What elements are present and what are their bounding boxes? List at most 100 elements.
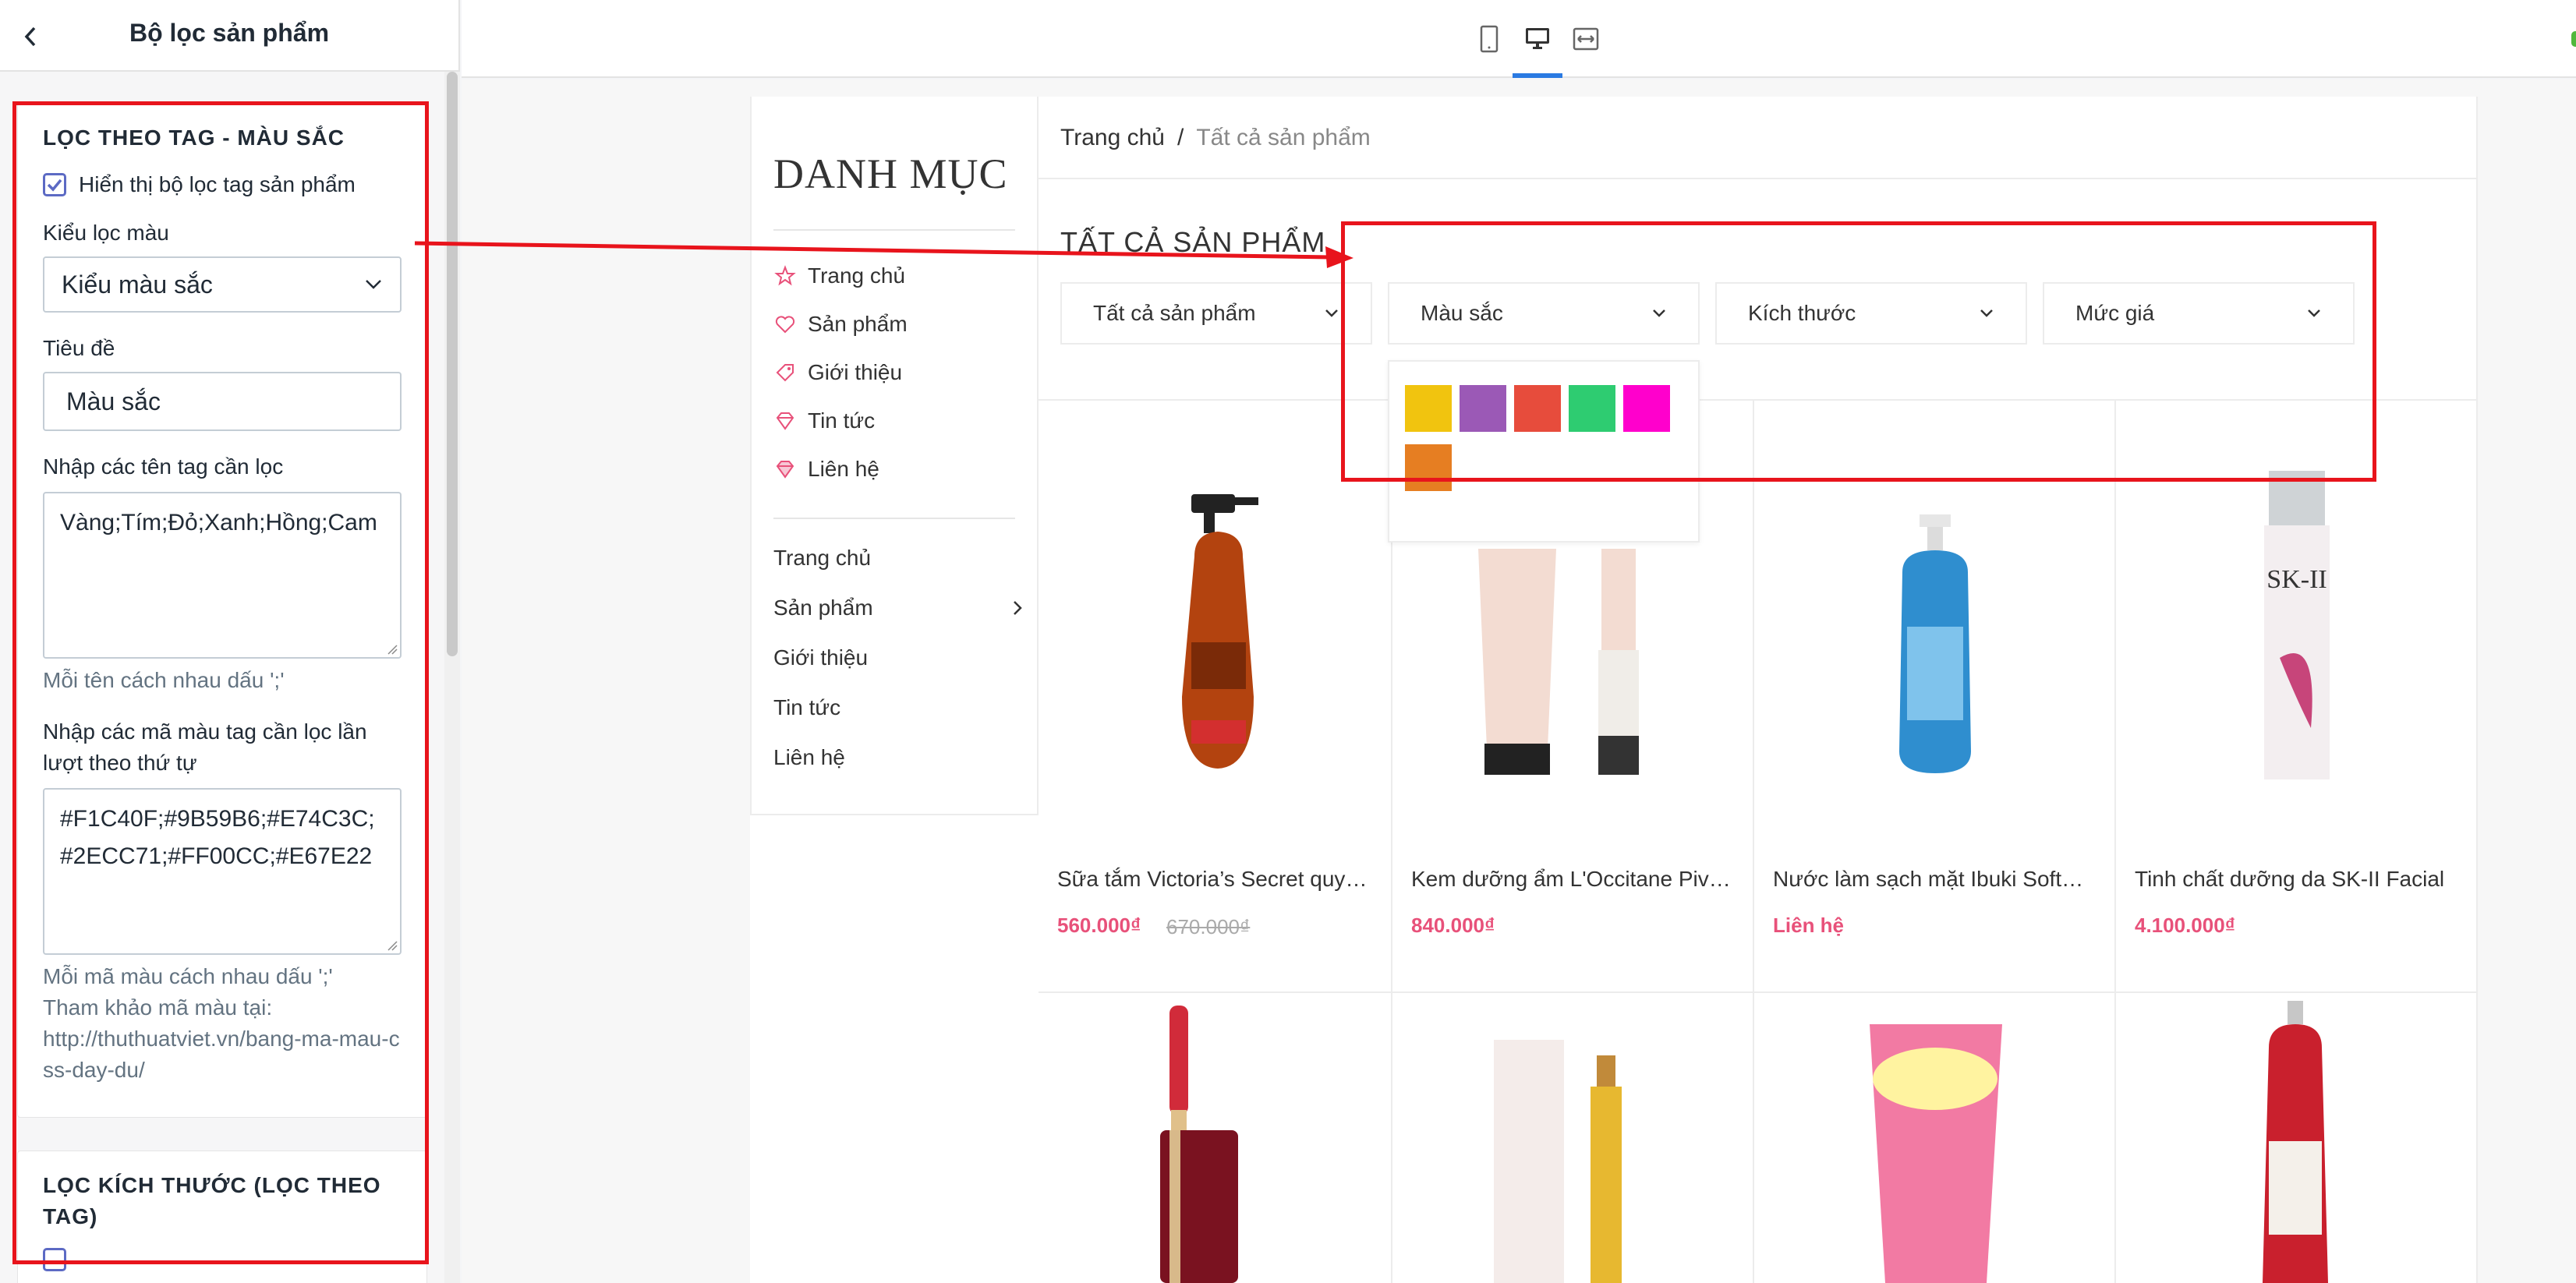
icon-nav-products[interactable]: Sản phẩm: [773, 312, 908, 337]
preview-toolbar: [462, 0, 2576, 78]
product-name[interactable]: Kem dưỡng ẩm L'Occitane Pivoine: [1411, 867, 1731, 892]
chevron-down-icon: [1653, 309, 1665, 317]
category-sidebar: DANH MỤC Trang chủ Sản phẩm Giới thiệu T…: [750, 97, 1039, 815]
menu-item-contact[interactable]: Liên hệ: [773, 745, 1023, 770]
nav-label: Tin tức: [808, 408, 876, 433]
scrollbar-thumb[interactable]: [447, 72, 458, 656]
panel-header: Bộ lọc sản phẩm: [0, 0, 458, 72]
colors-help-line1: Mỗi mã màu cách nhau dấu ';': [43, 964, 333, 988]
color-swatch[interactable]: [1569, 385, 1615, 432]
colors-help: Mỗi mã màu cách nhau dấu ';' Tham khảo m…: [43, 961, 402, 1086]
color-swatch[interactable]: [1514, 385, 1561, 432]
panel-scrollbar[interactable]: [444, 72, 460, 1283]
svg-text:SK-II: SK-II: [2266, 565, 2327, 594]
product-image: SK-II: [2264, 471, 2330, 779]
color-filter-section: LỌC THEO TAG - MÀU SẮC Hiển thị bộ lọc t…: [17, 103, 427, 1118]
divider: [773, 229, 1015, 231]
collection-main: Trang chủ / Tất cả sản phẩm TẤT CẢ SẢN P…: [1039, 97, 2478, 1283]
color-swatch[interactable]: [1460, 385, 1506, 432]
color-swatch[interactable]: [1405, 444, 1452, 491]
chevron-down-icon: [1980, 309, 1993, 317]
color-swatch[interactable]: [1623, 385, 1670, 432]
filter-label: Tất cả sản phẩm: [1093, 301, 1256, 325]
filter-type-select[interactable]: Kiểu màu sắc: [43, 256, 402, 313]
product-price: Liên hệ: [1773, 914, 1845, 937]
product-name[interactable]: Tinh chất dưỡng da SK-II Facial: [2135, 867, 2454, 892]
filter-price[interactable]: Mức giá: [2043, 282, 2355, 345]
sidebar-title: DANH MỤC: [773, 150, 1008, 197]
tags-label: Nhập các tên tag cần lọc: [43, 454, 284, 479]
size-filter-checkbox[interactable]: [43, 1248, 66, 1271]
heart-icon: [773, 313, 797, 336]
nav-label: Trang chủ: [808, 263, 906, 288]
product-card[interactable]: SK-II Tinh chất dưỡng da SK-II Facial 4.…: [2116, 401, 2476, 990]
resize-handle-icon[interactable]: [385, 938, 398, 951]
product-image: [1899, 514, 1971, 773]
product-price: 4.100.000₫: [2135, 914, 2236, 937]
product-card[interactable]: Nước làm sạch mặt Ibuki Softening Liên h…: [1754, 401, 2114, 990]
filter-type-label: Kiểu lọc màu: [43, 221, 169, 245]
chevron-down-icon: [2308, 309, 2320, 317]
filter-label: Kích thước: [1748, 301, 1856, 325]
breadcrumb-current: Tất cả sản phẩm: [1196, 125, 1371, 150]
show-filter-checkbox[interactable]: [43, 173, 66, 196]
color-reference-link[interactable]: http://thuthuatviet.vn/bang-ma-mau-css-d…: [43, 1023, 402, 1086]
menu-item-about[interactable]: Giới thiệu: [773, 645, 1023, 670]
filter-label: Màu sắc: [1421, 301, 1503, 325]
menu-label: Tin tức: [773, 695, 841, 719]
product-name[interactable]: Sữa tắm Victoria’s Secret quyến rũ: [1057, 867, 1377, 892]
product-image: [1160, 1006, 1238, 1283]
colors-label: Nhập các mã màu tag cần lọc lần lượt the…: [43, 719, 367, 775]
filter-color[interactable]: Màu sắc: [1388, 282, 1700, 345]
menu-label: Liên hệ: [773, 745, 845, 769]
panel-scroll-area: LỌC THEO TAG - MÀU SẮC Hiển thị bộ lọc t…: [0, 72, 444, 1283]
product-image: [1494, 1040, 1622, 1283]
chevron-down-icon: [1325, 309, 1338, 317]
fullwidth-view-button[interactable]: [1567, 20, 1605, 58]
product-image: [2263, 1001, 2328, 1283]
product-name[interactable]: Nước làm sạch mặt Ibuki Softening: [1773, 867, 2093, 892]
menu-item-products[interactable]: Sản phẩm: [773, 596, 1023, 620]
product-price: 560.000₫: [1057, 914, 1141, 937]
menu-label: Sản phẩm: [773, 596, 873, 620]
show-filter-label: Hiển thị bộ lọc tag sản phẩm: [79, 172, 356, 196]
fullwidth-icon: [1573, 27, 1599, 51]
product-price: 840.000₫: [1411, 914, 1495, 937]
tags-textarea[interactable]: Vàng;Tím;Đỏ;Xanh;Hồng;Cam: [43, 492, 402, 659]
desktop-icon: [1526, 28, 1549, 49]
chevron-down-icon: [366, 280, 381, 289]
icon-nav-contact[interactable]: Liên hệ: [773, 457, 879, 482]
screen: Bộ lọc sản phẩm LỌC THEO TAG - MÀU SẮC H…: [0, 0, 2576, 1283]
menu-item-home[interactable]: Trang chủ: [773, 546, 1023, 571]
icon-nav-news[interactable]: Tin tức: [773, 408, 875, 433]
colors-value: #F1C40F;#9B59B6;#E74C3C;#2ECC71;#FF00CC;…: [60, 806, 375, 869]
title-input[interactable]: Màu sắc: [43, 372, 402, 431]
tags-help: Mỗi tên cách nhau dấu ';': [43, 668, 285, 692]
checkmark-icon: [47, 178, 62, 192]
filter-type-value: Kiểu màu sắc: [62, 270, 213, 299]
product-card[interactable]: Sữa tắm Victoria’s Secret quyến rũ 560.0…: [1039, 401, 1399, 990]
status-dot: [2571, 31, 2576, 47]
diamond-icon: [773, 409, 797, 433]
color-swatch[interactable]: [1405, 385, 1452, 432]
filter-label: Mức giá: [2075, 301, 2155, 325]
diamond-icon: [773, 458, 797, 481]
breadcrumb-home[interactable]: Trang chủ: [1060, 125, 1165, 151]
section-title: LỌC KÍCH THƯỚC (LỌC THEO TAG): [43, 1173, 381, 1228]
colors-textarea[interactable]: #F1C40F;#9B59B6;#E74C3C;#2ECC71;#FF00CC;…: [43, 788, 402, 955]
section-title: LỌC THEO TAG - MÀU SẮC: [43, 125, 345, 150]
filter-all-products[interactable]: Tất cả sản phẩm: [1060, 282, 1372, 345]
icon-nav-home[interactable]: Trang chủ: [773, 263, 905, 288]
divider: [1039, 178, 2478, 179]
menu-label: Giới thiệu: [773, 645, 869, 670]
nav-label: Sản phẩm: [808, 312, 908, 336]
desktop-view-button[interactable]: [1519, 20, 1556, 58]
filter-size[interactable]: Kích thước: [1715, 282, 2027, 345]
show-filter-row: Hiển thị bộ lọc tag sản phẩm: [43, 172, 402, 197]
icon-nav-about[interactable]: Giới thiệu: [773, 360, 902, 385]
product-old-price: 670.000₫: [1166, 915, 1251, 938]
mobile-view-button[interactable]: [1470, 20, 1508, 58]
colors-help-line2: Tham khảo mã màu tại:: [43, 995, 273, 1020]
menu-item-news[interactable]: Tin tức: [773, 695, 1023, 720]
resize-handle-icon[interactable]: [385, 642, 398, 655]
